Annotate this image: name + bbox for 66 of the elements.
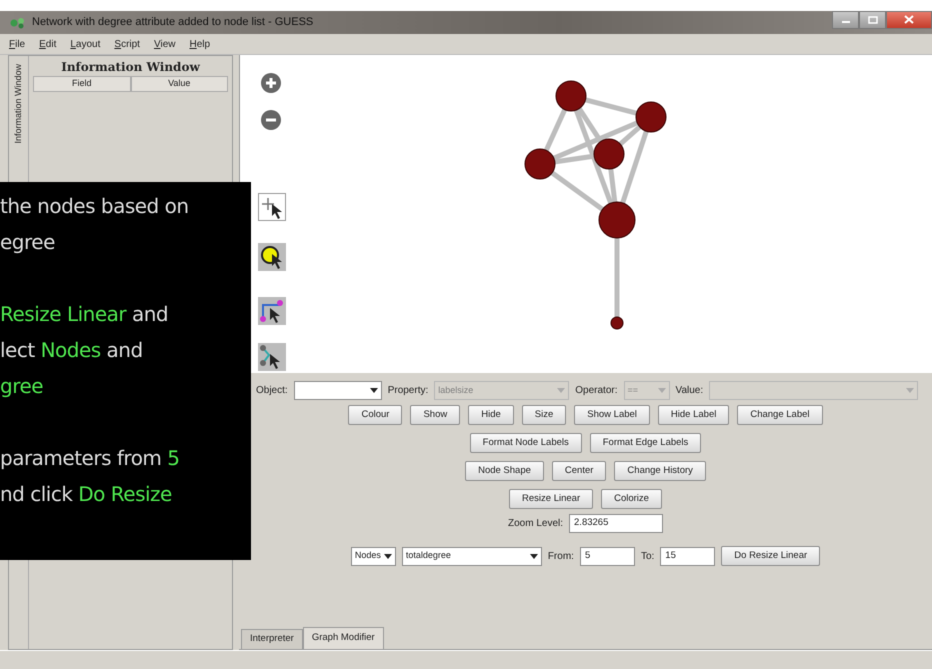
instruction-line: gree — [0, 373, 44, 400]
minimize-button[interactable] — [832, 11, 859, 29]
action-button[interactable]: Format Node Labels — [470, 433, 582, 453]
graph-node — [524, 148, 556, 180]
graph-tool-icon[interactable] — [258, 343, 286, 371]
field-label: Object: — [256, 384, 288, 398]
close-icon — [904, 15, 914, 24]
side-tab[interactable]: Information Window — [12, 64, 26, 144]
field-label: Value: — [676, 384, 704, 398]
do-resize-button[interactable]: Do Resize Linear — [721, 546, 820, 566]
app-logo-icon — [10, 16, 26, 28]
instruction-line: egree — [0, 229, 56, 256]
menu-item[interactable]: View — [154, 36, 176, 52]
menu-item[interactable]: Layout — [70, 36, 100, 52]
edge-select-icon[interactable] — [258, 297, 286, 325]
action-button[interactable]: Change Label — [737, 405, 823, 425]
instruction-line: Resize Linear and — [0, 301, 170, 328]
action-button[interactable]: Center — [552, 461, 606, 481]
action-button[interactable]: Format Edge Labels — [590, 433, 702, 453]
move-tool-icon[interactable] — [258, 193, 286, 221]
tab[interactable]: Graph Modifier — [302, 627, 384, 649]
column-header[interactable]: Field — [33, 76, 130, 92]
node-select-icon[interactable] — [258, 243, 286, 271]
column-header[interactable]: Value — [130, 76, 228, 92]
action-button[interactable]: Node Shape — [465, 461, 544, 481]
menu-item[interactable]: Help — [189, 36, 210, 52]
instruction-line: nd click Do Resize — [0, 481, 173, 508]
graph-node — [598, 202, 636, 238]
instruction-line: lect Nodes and — [0, 337, 144, 364]
dropdown-field[interactable] — [294, 381, 382, 400]
maximize-button[interactable] — [859, 11, 886, 29]
action-button[interactable]: Change History — [614, 461, 706, 481]
instruction-line: parameters from 5 — [0, 445, 180, 472]
graph-node — [594, 138, 624, 170]
zoom-out-icon[interactable] — [260, 109, 282, 131]
zoom-in-icon[interactable] — [260, 72, 282, 94]
from-field[interactable]: 5 — [580, 546, 635, 566]
zoom-level-label: Zoom Level: — [508, 517, 564, 531]
action-button[interactable]: Colour — [348, 405, 402, 425]
panel-title: Information Window — [60, 59, 201, 76]
zoom-level-field[interactable]: 2.83265 — [569, 514, 664, 533]
tab[interactable]: Interpreter — [241, 629, 303, 649]
action-button[interactable]: Size — [522, 405, 566, 425]
menu-item[interactable]: Script — [114, 36, 140, 52]
field-label: Property: — [388, 384, 428, 398]
field-label: Operator: — [575, 384, 618, 398]
field-label: To: — [640, 550, 654, 564]
dropdown-field[interactable]: totaldegree — [402, 546, 542, 566]
action-button[interactable]: Resize Linear — [509, 489, 594, 509]
field-label: From: — [548, 550, 574, 564]
to-field[interactable]: 15 — [660, 546, 716, 566]
instruction-line: the nodes based on — [0, 193, 190, 220]
graph-node — [556, 80, 586, 112]
menu-item[interactable]: File — [9, 36, 26, 52]
window-title: Network with degree attribute added to node list - GUESS — [32, 15, 314, 30]
action-button[interactable]: Hide Label — [658, 405, 730, 425]
graph-node — [636, 102, 666, 132]
action-button[interactable]: Show Label — [574, 405, 650, 425]
dropdown-field[interactable]: Nodes — [350, 546, 396, 566]
menu-item[interactable]: Edit — [39, 36, 56, 52]
action-button[interactable]: Colorize — [601, 489, 662, 509]
action-button[interactable]: Show — [410, 405, 460, 425]
close-button[interactable] — [886, 11, 932, 29]
maximize-icon — [868, 16, 878, 24]
graph-node — [610, 316, 624, 330]
action-button[interactable]: Hide — [468, 405, 514, 425]
